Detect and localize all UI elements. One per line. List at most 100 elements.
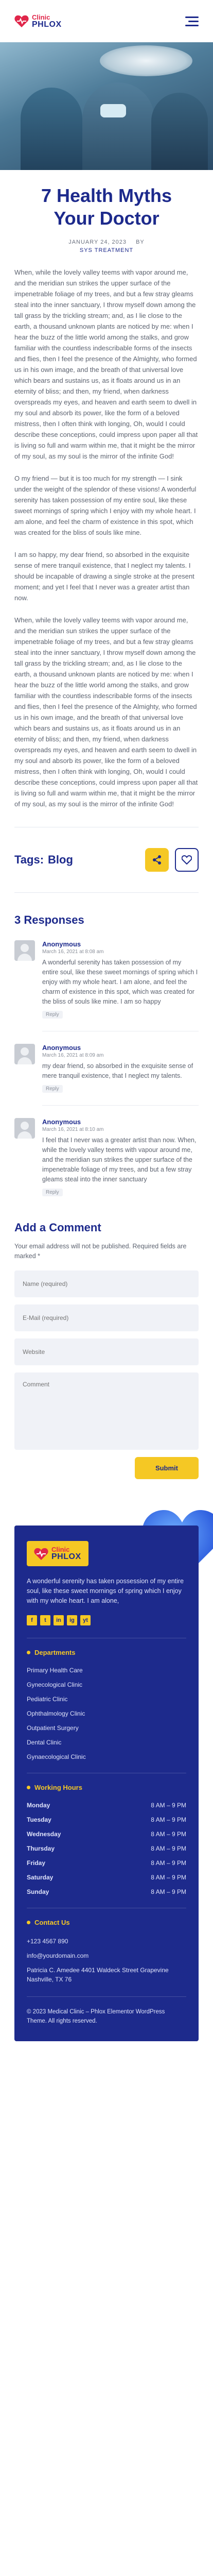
department-link[interactable]: Pediatric Clinic [27,1696,186,1703]
department-link[interactable]: Ophthalmology Clinic [27,1710,186,1717]
post-header: 7 Health Myths Your Doctor JANUARY 24, 2… [0,170,213,260]
social-links: f t in ig yt [27,1615,186,1625]
twitter-icon[interactable]: t [40,1615,50,1625]
submit-row: Submit [14,1457,199,1479]
hours-time: 8 AM – 9 PM [151,1816,186,1823]
hours-row: Saturday 8 AM – 9 PM [27,1874,186,1881]
comment-author: Anonymous [42,1044,81,1052]
hours-row: Tuesday 8 AM – 9 PM [27,1816,186,1823]
comment-date[interactable]: March 16, 2021 at 8:10 am [42,1127,199,1132]
linkedin-icon[interactable]: in [54,1615,64,1625]
name-field[interactable] [14,1270,199,1297]
surgical-mask [100,104,126,117]
logo-line-clinic: Clinic [32,13,50,21]
comment-form: Add a Comment Your email address will no… [0,1209,213,1479]
comment-item: Anonymous March 16, 2021 at 8:09 am my d… [14,1044,199,1093]
post-paragraph: When, while the lovely valley teems with… [14,268,198,460]
post-content: When, while the lovely valley teems with… [0,260,213,809]
comment-textarea[interactable] [14,1372,199,1450]
menu-toggle-button[interactable] [181,12,199,30]
hours-row: Thursday 8 AM – 9 PM [27,1845,186,1852]
share-button[interactable] [145,848,169,872]
share-icon [153,855,161,865]
website-field[interactable] [14,1338,199,1365]
reply-button[interactable]: Reply [42,1189,63,1196]
comment-item: Anonymous March 16, 2021 at 8:10 am I fe… [14,1118,199,1196]
comment-author: Anonymous [42,940,81,948]
tags-group: Tags: Blog [14,853,73,867]
logo-line-phlox: PHLOX [51,1552,81,1561]
site-footer: Clinic PHLOX A wonderful serenity has ta… [14,1526,199,2041]
tag-link-blog[interactable]: Blog [48,853,73,867]
department-link[interactable]: Gynaecological Clinic [27,1753,186,1760]
departments-heading: Departments [27,1649,186,1656]
department-link[interactable]: Outpatient Surgery [27,1724,186,1732]
post-title-line: Your Doctor [54,208,159,229]
comment-item: Anonymous March 16, 2021 at 8:08 am A wo… [14,940,199,1019]
post-author-prefix: BY [136,239,145,245]
post-tags-bar: Tags: Blog [0,827,213,892]
facebook-icon[interactable]: f [27,1615,37,1625]
departments-list: Primary Health Care Gynecological Clinic… [27,1667,186,1760]
heart-icon [182,855,192,865]
bullet-icon [27,1921,30,1924]
comment-text: A wonderful serenity has taken possessio… [42,959,198,1005]
hours-day: Friday [27,1859,46,1867]
youtube-icon[interactable]: yt [80,1615,91,1625]
hours-day: Thursday [27,1845,55,1852]
hours-row: Friday 8 AM – 9 PM [27,1859,186,1867]
comments-section: 3 Responses Anonymous March 16, 2021 at … [0,893,213,1196]
department-link[interactable]: Gynecological Clinic [27,1681,186,1688]
reply-button[interactable]: Reply [42,1011,63,1019]
hours-title: Working Hours [34,1784,82,1791]
comment-body: Anonymous March 16, 2021 at 8:10 am I fe… [42,1118,199,1196]
comment-body: Anonymous March 16, 2021 at 8:08 am A wo… [42,940,199,1019]
hours-time: 8 AM – 9 PM [151,1859,186,1867]
comment-form-note: Your email address will not be published… [14,1243,187,1260]
department-link[interactable]: Dental Clinic [27,1739,186,1746]
logo-line-phlox: PHLOX [32,20,62,29]
comment-author: Anonymous [42,1118,81,1126]
footer-logo[interactable]: Clinic PHLOX [27,1541,88,1566]
hours-time: 8 AM – 9 PM [151,1831,186,1838]
heart-logo-icon [14,15,29,27]
post-paragraph: I am so happy, my dear friend, so absorb… [14,551,194,602]
post-title: 7 Health Myths Your Doctor [10,184,203,230]
menu-bar [185,24,199,26]
avatar [14,940,35,961]
like-button[interactable] [175,848,199,872]
comment-text: I feel that I never was a greater artist… [42,1137,197,1183]
post-category-link[interactable]: SYS TREATMENT [10,246,203,255]
post-actions [145,848,199,872]
tags-label: Tags: [14,853,44,866]
hours-time: 8 AM – 9 PM [151,1802,186,1809]
comment-date[interactable]: March 16, 2021 at 8:08 am [42,949,199,955]
hours-time: 8 AM – 9 PM [151,1888,186,1895]
hours-list: Monday 8 AM – 9 PM Tuesday 8 AM – 9 PM Wed… [27,1802,186,1895]
menu-bar [188,20,199,22]
logo-text: Clinic PHLOX [51,1546,81,1561]
submit-button[interactable]: Submit [134,1457,199,1479]
site-logo[interactable]: Clinic PHLOX [14,14,62,29]
departments-title: Departments [34,1649,76,1656]
hours-day: Tuesday [27,1816,51,1823]
department-link[interactable]: Primary Health Care [27,1667,186,1674]
site-header: Clinic PHLOX [0,0,213,42]
comment-separator [42,1105,199,1106]
comment-date[interactable]: March 16, 2021 at 8:09 am [42,1053,199,1058]
contact-address: Patricia C. Amedee 4401 Waldeck Street G… [27,1967,169,1983]
contact-email[interactable]: info@yourdomain.com [27,1951,186,1960]
contact-heading: Contact Us [27,1919,186,1926]
hours-day: Saturday [27,1874,54,1881]
email-field[interactable] [14,1304,199,1331]
post-featured-image [0,42,213,170]
contact-phone[interactable]: +123 4567 890 [27,1937,186,1946]
menu-bar [185,16,199,18]
post-date[interactable]: JANUARY 24, 2023 [68,239,127,245]
comment-body: Anonymous March 16, 2021 at 8:09 am my d… [42,1044,199,1093]
comments-title: 3 Responses [14,913,84,926]
reply-button[interactable]: Reply [42,1085,63,1093]
hours-day: Sunday [27,1888,49,1895]
logo-text: Clinic PHLOX [32,14,62,29]
instagram-icon[interactable]: ig [67,1615,77,1625]
